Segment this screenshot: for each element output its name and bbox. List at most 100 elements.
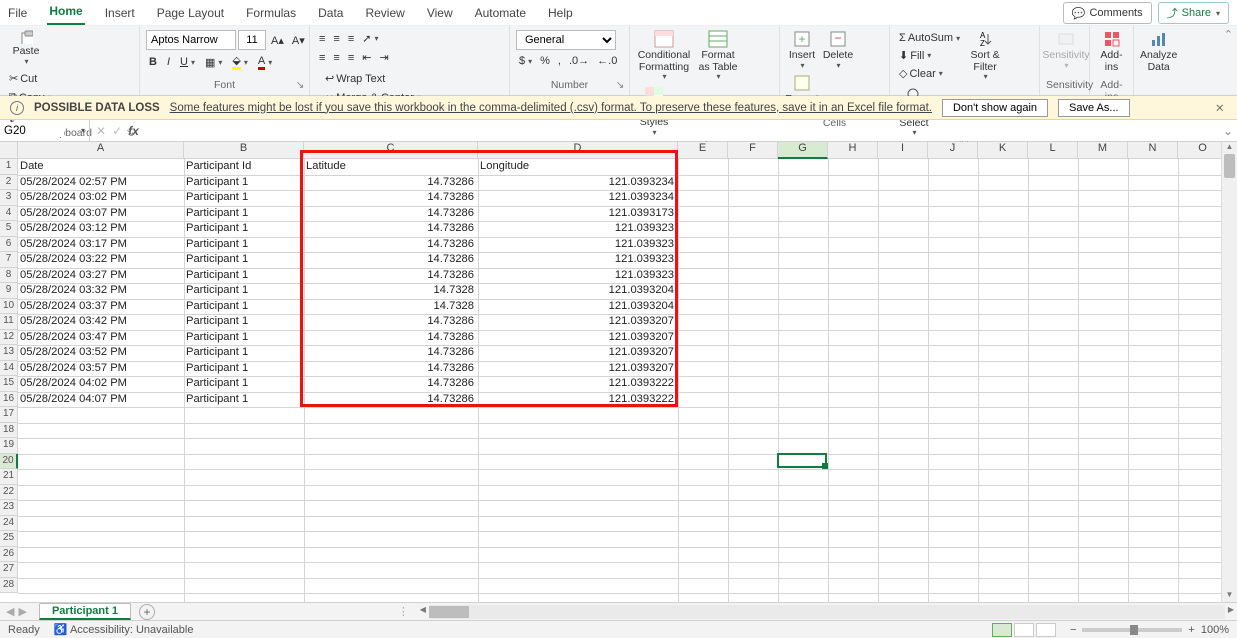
cell-C11[interactable]: 14.73286 bbox=[304, 314, 476, 330]
cell-D10[interactable]: 121.0393204 bbox=[478, 299, 676, 315]
dont-show-again-button[interactable]: Don't show again bbox=[942, 99, 1048, 117]
comma-button[interactable]: , bbox=[555, 53, 564, 69]
row-header-7[interactable]: 7 bbox=[0, 252, 18, 268]
row-header-23[interactable]: 23 bbox=[0, 500, 18, 516]
select-all-corner[interactable] bbox=[0, 142, 18, 159]
col-header-N[interactable]: N bbox=[1128, 142, 1178, 159]
cell-C2[interactable]: 14.73286 bbox=[304, 175, 476, 191]
font-name-input[interactable] bbox=[146, 30, 236, 50]
cell-C16[interactable]: 14.73286 bbox=[304, 392, 476, 408]
row-header-4[interactable]: 4 bbox=[0, 206, 18, 222]
row-header-21[interactable]: 21 bbox=[0, 469, 18, 485]
row-header-5[interactable]: 5 bbox=[0, 221, 18, 237]
col-header-G[interactable]: G bbox=[778, 142, 828, 159]
cell-C10[interactable]: 14.7328 bbox=[304, 299, 476, 315]
decrease-indent-button[interactable]: ⇤ bbox=[359, 49, 374, 66]
row-header-20[interactable]: 20 bbox=[0, 454, 18, 470]
cell-C12[interactable]: 14.73286 bbox=[304, 330, 476, 346]
vscroll-thumb[interactable] bbox=[1224, 154, 1235, 178]
cell-A12[interactable]: 05/28/2024 03:47 PM bbox=[18, 330, 182, 346]
menu-tab-help[interactable]: Help bbox=[546, 2, 575, 25]
number-launcher[interactable]: ↘ bbox=[614, 79, 626, 91]
row-header-3[interactable]: 3 bbox=[0, 190, 18, 206]
zoom-out-button[interactable]: − bbox=[1070, 624, 1076, 636]
row-header-16[interactable]: 16 bbox=[0, 392, 18, 408]
clear-button[interactable]: ◇Clear▾ bbox=[896, 65, 963, 82]
cell-D7[interactable]: 121.039323 bbox=[478, 252, 676, 268]
italic-button[interactable]: I bbox=[164, 54, 173, 70]
row-header-6[interactable]: 6 bbox=[0, 237, 18, 253]
row-header-15[interactable]: 15 bbox=[0, 376, 18, 392]
number-format-select[interactable]: General bbox=[516, 30, 616, 50]
zoom-level[interactable]: 100% bbox=[1201, 624, 1229, 636]
decrease-decimal-button[interactable]: ←.0 bbox=[594, 53, 620, 69]
row-header-18[interactable]: 18 bbox=[0, 423, 18, 439]
cell-A4[interactable]: 05/28/2024 03:07 PM bbox=[18, 206, 182, 222]
cell-A3[interactable]: 05/28/2024 03:02 PM bbox=[18, 190, 182, 206]
borders-button[interactable]: ▦▾ bbox=[202, 54, 225, 71]
cell-B2[interactable]: Participant 1 bbox=[184, 175, 302, 191]
close-msgbar-button[interactable]: ✕ bbox=[1215, 101, 1229, 115]
cell-B3[interactable]: Participant 1 bbox=[184, 190, 302, 206]
cell-A10[interactable]: 05/28/2024 03:37 PM bbox=[18, 299, 182, 315]
view-page-layout-button[interactable] bbox=[1014, 623, 1034, 637]
row-header-12[interactable]: 12 bbox=[0, 330, 18, 346]
sheet-nav-next[interactable]: ▶ bbox=[18, 605, 26, 618]
cell-B15[interactable]: Participant 1 bbox=[184, 376, 302, 392]
cell-C15[interactable]: 14.73286 bbox=[304, 376, 476, 392]
addins-button[interactable]: Add-ins bbox=[1096, 30, 1127, 73]
row-header-13[interactable]: 13 bbox=[0, 345, 18, 361]
row-header-26[interactable]: 26 bbox=[0, 547, 18, 563]
align-right-button[interactable]: ≡ bbox=[345, 49, 357, 66]
align-center-button[interactable]: ≡ bbox=[330, 49, 342, 66]
col-header-A[interactable]: A bbox=[18, 142, 184, 159]
align-bottom-button[interactable]: ≡ bbox=[345, 30, 357, 47]
cell-A15[interactable]: 05/28/2024 04:02 PM bbox=[18, 376, 182, 392]
col-header-E[interactable]: E bbox=[678, 142, 728, 159]
cell-A11[interactable]: 05/28/2024 03:42 PM bbox=[18, 314, 182, 330]
cell-C9[interactable]: 14.7328 bbox=[304, 283, 476, 299]
cell-A13[interactable]: 05/28/2024 03:52 PM bbox=[18, 345, 182, 361]
fill-button[interactable]: ⬇Fill▾ bbox=[896, 47, 963, 64]
cell-D3[interactable]: 121.0393234 bbox=[478, 190, 676, 206]
cell-D8[interactable]: 121.039323 bbox=[478, 268, 676, 284]
cut-button[interactable]: ✂Cut bbox=[6, 70, 101, 87]
msgbar-link[interactable]: Some features might be lost if you save … bbox=[170, 102, 932, 114]
orientation-button[interactable]: ➚▾ bbox=[359, 30, 381, 47]
menu-tab-automate[interactable]: Automate bbox=[473, 2, 528, 25]
menu-tab-formulas[interactable]: Formulas bbox=[244, 2, 298, 25]
format-as-table-button[interactable]: Format as Table▾ bbox=[696, 30, 740, 82]
row-header-25[interactable]: 25 bbox=[0, 531, 18, 547]
cell-B14[interactable]: Participant 1 bbox=[184, 361, 302, 377]
cell-A8[interactable]: 05/28/2024 03:27 PM bbox=[18, 268, 182, 284]
wrap-text-button[interactable]: ↩Wrap Text bbox=[322, 70, 424, 87]
cell-A9[interactable]: 05/28/2024 03:32 PM bbox=[18, 283, 182, 299]
cell-B6[interactable]: Participant 1 bbox=[184, 237, 302, 253]
menu-tab-insert[interactable]: Insert bbox=[103, 2, 137, 25]
insert-cells-button[interactable]: +Insert▾ bbox=[786, 30, 818, 70]
worksheet-grid[interactable]: ABCDEFGHIJKLMNO 123456789101112131415161… bbox=[0, 142, 1221, 602]
cell-C3[interactable]: 14.73286 bbox=[304, 190, 476, 206]
view-normal-button[interactable] bbox=[992, 623, 1012, 637]
analyze-data-button[interactable]: Analyze Data bbox=[1140, 30, 1177, 73]
menu-tab-view[interactable]: View bbox=[425, 2, 455, 25]
cell-B7[interactable]: Participant 1 bbox=[184, 252, 302, 268]
zoom-slider[interactable] bbox=[1082, 628, 1182, 632]
cell-C4[interactable]: 14.73286 bbox=[304, 206, 476, 222]
cell-A14[interactable]: 05/28/2024 03:57 PM bbox=[18, 361, 182, 377]
hscroll-left[interactable]: ◀ bbox=[417, 605, 429, 619]
cell-D2[interactable]: 121.0393234 bbox=[478, 175, 676, 191]
cell-C14[interactable]: 14.73286 bbox=[304, 361, 476, 377]
cell-B9[interactable]: Participant 1 bbox=[184, 283, 302, 299]
horizontal-scrollbar[interactable]: ◀ ▶ bbox=[429, 605, 1225, 619]
row-header-17[interactable]: 17 bbox=[0, 407, 18, 423]
cell-D5[interactable]: 121.039323 bbox=[478, 221, 676, 237]
hscroll-thumb[interactable] bbox=[429, 606, 469, 618]
col-header-J[interactable]: J bbox=[928, 142, 978, 159]
increase-indent-button[interactable]: ⇥ bbox=[376, 49, 391, 66]
cell-B4[interactable]: Participant 1 bbox=[184, 206, 302, 222]
row-header-1[interactable]: 1 bbox=[0, 159, 18, 175]
cell-D16[interactable]: 121.0393222 bbox=[478, 392, 676, 408]
status-accessibility[interactable]: ♿ Accessibility: Unavailable bbox=[54, 623, 194, 636]
cell-D6[interactable]: 121.039323 bbox=[478, 237, 676, 253]
